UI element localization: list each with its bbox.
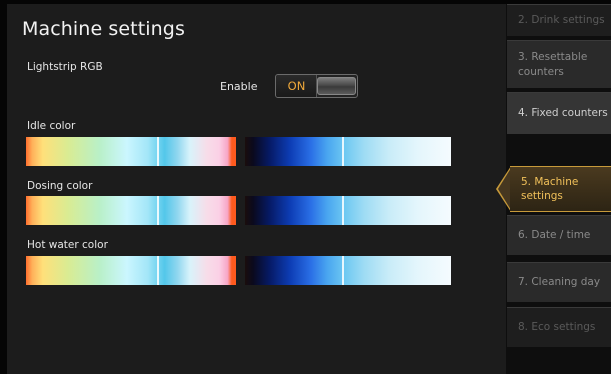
dosing-warm-marker[interactable] — [157, 196, 159, 225]
sidebar-item-label: 8. Eco settings — [518, 321, 596, 334]
lightstrip-section-label: Lightstrip RGB — [27, 61, 103, 73]
idle-color-label: Idle color — [27, 120, 76, 132]
sidebar-item-label: 4. Fixed counters — [518, 107, 608, 120]
toggle-knob[interactable] — [317, 77, 357, 95]
sidebar-item-fixed-counters[interactable]: 4. Fixed counters — [507, 92, 611, 134]
hot-water-cool-color-slider[interactable] — [245, 256, 451, 285]
toggle-on-label: ON — [276, 75, 318, 97]
page-title: Machine settings — [22, 18, 185, 40]
hot-water-cool-marker[interactable] — [342, 256, 344, 285]
idle-cool-color-slider[interactable] — [245, 137, 451, 166]
idle-cool-marker[interactable] — [342, 137, 344, 166]
sidebar-item-label: 6. Date / time — [518, 229, 591, 242]
enable-label: Enable — [220, 79, 258, 93]
sidebar-item-label: 7. Cleaning day — [518, 276, 601, 289]
hot-water-warm-marker[interactable] — [157, 256, 159, 285]
dosing-color-label: Dosing color — [27, 180, 93, 192]
idle-warm-color-slider[interactable] — [26, 137, 236, 166]
sidebar-item-machine-settings[interactable]: 5. Machine settings — [510, 166, 611, 212]
hot-water-color-label: Hot water color — [27, 239, 108, 251]
sidebar-item-drink-settings[interactable]: 2. Drink settings — [507, 4, 611, 36]
sidebar-item-label: 2. Drink settings — [518, 14, 605, 27]
idle-warm-marker[interactable] — [157, 137, 159, 166]
sidebar-item-label: 3. Resettable counters — [518, 51, 588, 78]
sidebar-item-date-time[interactable]: 6. Date / time — [507, 215, 611, 255]
enable-row: Enable ON — [220, 74, 359, 98]
enable-toggle[interactable]: ON — [275, 74, 359, 98]
hot-water-warm-color-slider[interactable] — [26, 256, 236, 285]
dosing-cool-marker[interactable] — [342, 196, 344, 225]
sidebar-item-eco-settings[interactable]: 8. Eco settings — [507, 307, 611, 347]
dosing-cool-color-slider[interactable] — [245, 196, 451, 225]
sidebar-item-label: 5. Machine settings — [521, 175, 579, 202]
settings-panel: Machine settings Lightstrip RGB Enable O… — [7, 4, 506, 374]
sidebar-item-resettable-counters[interactable]: 3. Resettable counters — [507, 40, 611, 88]
sidebar-item-cleaning-day[interactable]: 7. Cleaning day — [507, 262, 611, 302]
dosing-warm-color-slider[interactable] — [26, 196, 236, 225]
